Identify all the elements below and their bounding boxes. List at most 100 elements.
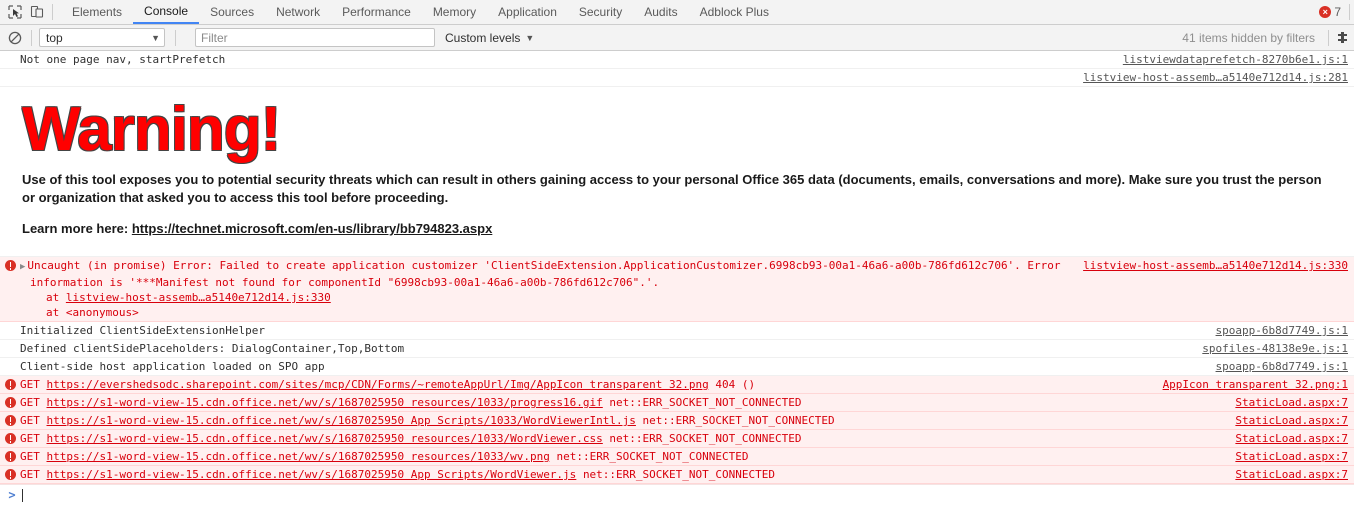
console-message-network-error[interactable]: GET https://s1-word-view-15.cdn.office.n… [0,466,1354,484]
message-source-link[interactable]: listviewdataprefetch-8270b6e1.js:1 [1123,52,1354,67]
tab-application-label: Application [498,5,557,19]
device-toolbar-icon-svg [30,5,44,18]
console-message-list[interactable]: Not one page nav, startPrefetch listview… [0,51,1354,505]
inspect-element-icon-svg [8,5,22,19]
message-text: ▶ Uncaught (in promise) Error: Failed to … [20,258,1083,320]
warning-block: Warning! Use of this tool exposes you to… [0,99,1354,256]
console-message-network-error[interactable]: GET https://s1-word-view-15.cdn.office.n… [0,448,1354,466]
request-url[interactable]: https://s1-word-view-15.cdn.office.net/w… [47,468,577,481]
device-toolbar-icon[interactable] [26,1,48,23]
expand-arrow-icon[interactable]: ▶ [20,262,25,272]
hidden-items-note: 41 items hidden by filters [1182,30,1315,45]
stack-frame-link[interactable]: listview-host-assemb…a5140e712d14.js:330 [66,291,331,304]
console-message-network-error[interactable]: GET https://s1-word-view-15.cdn.office.n… [0,430,1354,448]
error-count-badge[interactable]: × 7 [1319,5,1349,19]
message-source-link[interactable]: StaticLoad.aspx:7 [1235,431,1354,446]
tab-list: Elements Console Sources Network Perform… [61,0,1319,24]
inspect-element-icon[interactable] [4,1,26,23]
request-url[interactable]: https://s1-word-view-15.cdn.office.net/w… [47,450,550,463]
console-message-network-error[interactable]: GET https://s1-word-view-15.cdn.office.n… [0,412,1354,430]
settings-gear-icon[interactable] [1334,30,1350,46]
request-status: net::ERR_SOCKET_NOT_CONNECTED [609,432,802,445]
message-source-link[interactable]: spoapp-6b8d7749.js:1 [1216,359,1354,374]
message-text: Not one page nav, startPrefetch [20,53,226,66]
tab-network-label: Network [276,5,321,19]
clear-console-icon-svg [8,31,22,44]
message-text: Client-side host application loaded on S… [20,360,325,373]
http-method: GET [20,450,40,463]
message-text: GET https://s1-word-view-15.cdn.office.n… [20,413,1235,428]
tab-elements-label: Elements [72,5,123,19]
tab-network[interactable]: Network [265,0,331,24]
request-status: net::ERR_SOCKET_NOT_CONNECTED [582,468,775,481]
log-levels-label: Custom levels [445,30,521,45]
request-url[interactable]: https://s1-word-view-15.cdn.office.net/w… [47,432,603,445]
error-line-2: information is '***Manifest not found fo… [30,276,660,289]
execution-context-select[interactable]: top ▼ [39,28,165,47]
tab-audits[interactable]: Audits [633,0,688,24]
message-source-link[interactable]: StaticLoad.aspx:7 [1235,449,1354,464]
console-message-network-error[interactable]: GET https://evershedsodc.sharepoint.com/… [0,376,1354,394]
learn-more-prefix: Learn more here: [22,221,132,236]
http-method: GET [20,378,40,391]
message-source-link[interactable]: AppIcon transparent 32.png:1 [1163,377,1354,392]
message-source-link[interactable]: StaticLoad.aspx:7 [1235,467,1354,482]
error-icon [4,451,16,462]
tab-application[interactable]: Application [487,0,568,24]
message-text: GET https://s1-word-view-15.cdn.office.n… [20,449,1235,464]
tab-elements[interactable]: Elements [61,0,133,24]
request-url[interactable]: https://evershedsodc.sharepoint.com/site… [47,378,709,391]
message-source-link[interactable]: listview-host-assemb…a5140e712d14.js:281 [1083,70,1354,85]
console-message-log[interactable]: Not one page nav, startPrefetch listview… [0,51,1354,69]
warning-paragraph: Use of this tool exposes you to potentia… [22,172,1322,205]
tab-memory[interactable]: Memory [422,0,487,24]
console-message-network-error[interactable]: GET https://s1-word-view-15.cdn.office.n… [0,394,1354,412]
message-text: GET https://s1-word-view-15.cdn.office.n… [20,395,1235,410]
tab-sources[interactable]: Sources [199,0,265,24]
learn-more-link[interactable]: https://technet.microsoft.com/en-us/libr… [132,221,493,236]
request-url[interactable]: https://s1-word-view-15.cdn.office.net/w… [47,414,636,427]
toolbar-divider-2 [175,29,176,46]
message-gutter [0,323,20,325]
console-message-source-row[interactable]: listview-host-assemb…a5140e712d14.js:281 [0,69,1354,87]
request-status: 404 () [715,378,756,391]
message-source-link[interactable]: StaticLoad.aspx:7 [1235,395,1354,410]
warning-title: Warning! [22,95,281,164]
tabbar-divider [52,4,53,20]
tab-adblock-plus-label: Adblock Plus [699,5,769,19]
message-source-link[interactable]: listview-host-assemb…a5140e712d14.js:330 [1083,258,1354,273]
tab-performance[interactable]: Performance [331,0,422,24]
error-icon [4,397,16,408]
message-source-link[interactable]: spofiles-48138e9e.js:1 [1202,341,1354,356]
console-message-log[interactable]: Defined clientSidePlaceholders: DialogCo… [0,340,1354,358]
console-message-error[interactable]: ▶ Uncaught (in promise) Error: Failed to … [0,257,1354,322]
message-gutter [0,258,20,271]
message-source-link[interactable]: spoapp-6b8d7749.js:1 [1216,323,1354,338]
error-icon [4,260,16,271]
tab-adblock-plus[interactable]: Adblock Plus [689,0,780,24]
prompt-arrow-icon: > [8,488,16,502]
tab-performance-label: Performance [342,5,411,19]
message-gutter [0,449,20,462]
log-levels-dropdown[interactable]: Custom levels ▼ [445,31,534,45]
message-text: GET https://s1-word-view-15.cdn.office.n… [20,467,1235,482]
filter-input[interactable] [195,28,435,47]
devtools-tabbar: Elements Console Sources Network Perform… [0,0,1354,25]
tabbar-icon-group [0,0,61,24]
request-url[interactable]: https://s1-word-view-15.cdn.office.net/w… [47,396,603,409]
console-message-log[interactable]: Initialized ClientSideExtensionHelper sp… [0,322,1354,340]
message-gutter [0,395,20,408]
message-source-link[interactable]: StaticLoad.aspx:7 [1235,413,1354,428]
console-message-log[interactable]: Client-side host application loaded on S… [0,358,1354,376]
chevron-down-icon: ▼ [525,32,535,43]
stack-frame-prefix: at [46,291,66,304]
tabbar-right-divider [1349,4,1350,20]
learn-more-line: Learn more here: https://technet.microso… [22,221,1354,236]
message-text: Defined clientSidePlaceholders: DialogCo… [20,342,405,355]
console-prompt-row[interactable]: > [0,484,1354,505]
error-icon [4,433,16,444]
message-text: GET https://evershedsodc.sharepoint.com/… [20,377,1163,392]
tab-security[interactable]: Security [568,0,633,24]
tab-console[interactable]: Console [133,0,200,24]
clear-console-icon[interactable] [4,27,26,49]
